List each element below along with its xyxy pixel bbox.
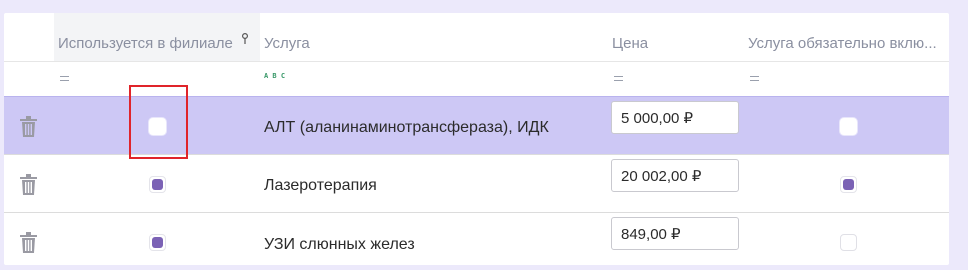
column-header-mandatory[interactable]: Услуга обязательно вклю...	[748, 13, 949, 61]
abc-text-filter-icon[interactable]: A B C	[264, 72, 285, 80]
service-name: АЛТ (аланинаминотрансфераза), ИДК	[264, 119, 549, 136]
column-header-used-in-branch[interactable]: Используется в филиале	[54, 13, 260, 61]
mandatory-checkbox[interactable]	[840, 176, 857, 193]
service-name: УЗИ слюнных желез	[264, 236, 415, 253]
trash-icon[interactable]	[20, 232, 37, 254]
used-in-branch-checkbox[interactable]	[149, 118, 166, 135]
table-row[interactable]: АЛТ (аланинаминотрансфераза), ИДК	[4, 96, 949, 154]
used-in-branch-checkbox[interactable]	[149, 234, 166, 251]
table-row[interactable]: Лазеротерапия	[4, 154, 949, 212]
column-header-label: Услуга	[264, 35, 310, 52]
equals-filter-icon[interactable]	[614, 76, 623, 81]
services-grid-panel: Используется в филиале Услуга Цена Услуг…	[4, 13, 949, 265]
price-input[interactable]	[611, 101, 739, 134]
used-in-branch-checkbox[interactable]	[149, 176, 166, 193]
trash-icon[interactable]	[20, 174, 37, 196]
column-header-service[interactable]: Услуга	[264, 13, 594, 61]
column-header-label: Услуга обязательно вклю...	[748, 35, 937, 52]
mandatory-checkbox[interactable]	[840, 234, 857, 251]
mandatory-checkbox[interactable]	[840, 118, 857, 135]
price-input[interactable]	[611, 217, 739, 250]
pin-filter-icon[interactable]	[241, 33, 249, 45]
trash-icon[interactable]	[20, 116, 37, 138]
column-header-label: Цена	[612, 35, 649, 52]
equals-filter-icon[interactable]	[750, 76, 759, 81]
column-header-label: Используется в филиале	[58, 35, 233, 52]
column-header-price[interactable]: Цена	[612, 13, 732, 61]
table-row[interactable]: УЗИ слюнных желез	[4, 212, 949, 270]
equals-filter-icon[interactable]	[60, 76, 69, 81]
filter-row: A B C	[4, 61, 949, 97]
price-input[interactable]	[611, 159, 739, 192]
service-name: Лазеротерапия	[264, 177, 377, 194]
